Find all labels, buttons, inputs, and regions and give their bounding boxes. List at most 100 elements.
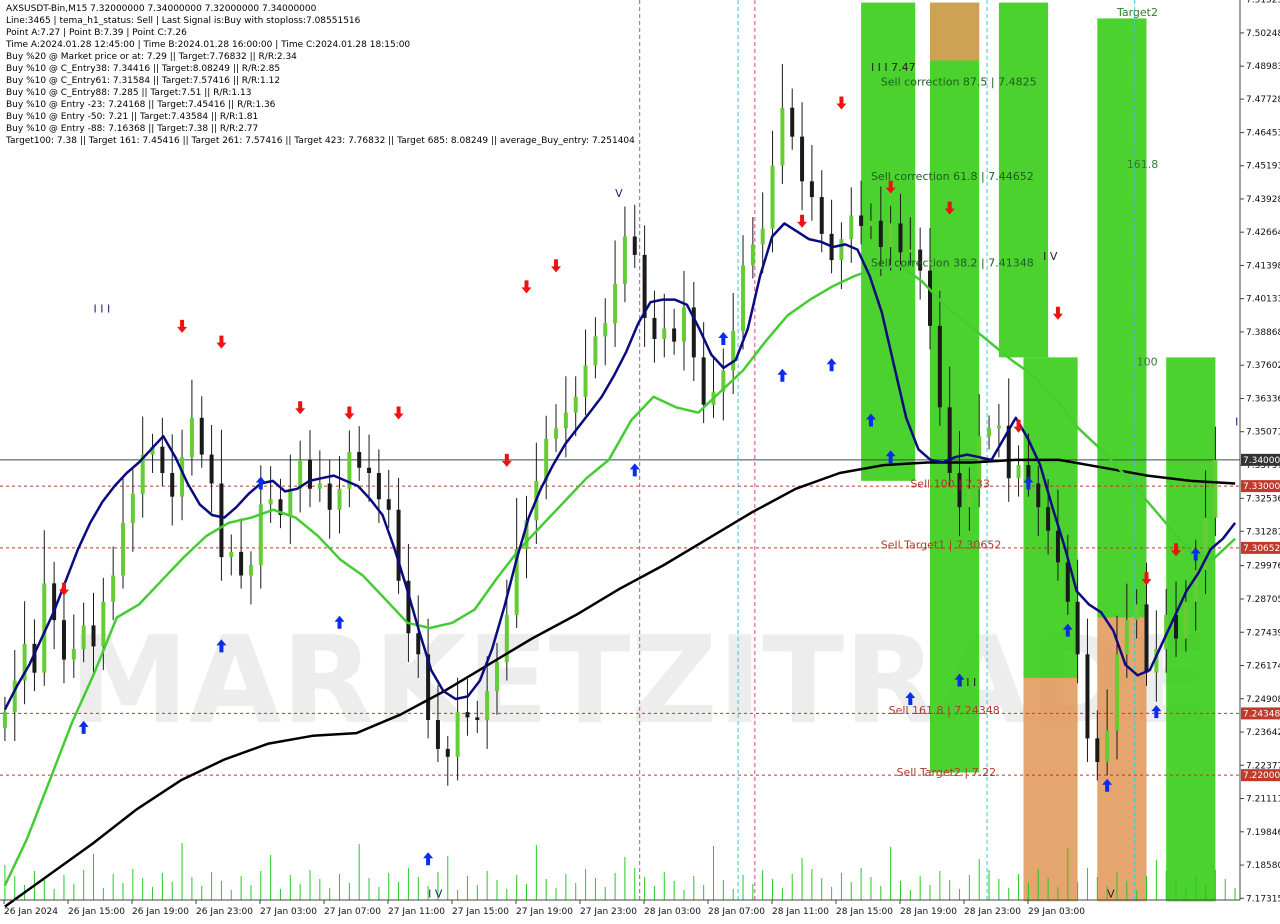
- y-axis: 7.51523 7.50248 7.48983 7.47728 7.46453 7.451…: [1240, 0, 1280, 904]
- x-tick-label: 28 Jan 03:00: [644, 907, 701, 917]
- candle-body: [731, 331, 736, 371]
- candle-body: [790, 107, 795, 137]
- candle-body: [1055, 530, 1060, 563]
- candle-body: [1036, 483, 1041, 508]
- chart-annotation: Sell correction 38.2 | 7.41348: [871, 257, 1034, 270]
- y-tick-label: 7.41398: [1246, 261, 1280, 271]
- candle-body: [888, 223, 893, 248]
- chart-annotation: Sell 161.8 | 7.24348: [889, 704, 1000, 717]
- y-tick-label: 7.31281: [1246, 527, 1280, 537]
- candle-body: [937, 325, 942, 408]
- price-label-text: 7.22000: [1243, 771, 1280, 781]
- y-tick-label: 7.43928: [1246, 195, 1280, 205]
- chart-annotation: I I I 7.47: [871, 61, 916, 74]
- price-chart: MARKETZITRADE I I I 7.47Sell correction …: [0, 0, 1280, 917]
- candle-body: [780, 107, 785, 166]
- y-tick-label: 7.37602: [1246, 361, 1280, 371]
- candle-body: [1144, 604, 1149, 673]
- info-line: Time A:2024.01.28 12:45:00 | Time B:2024…: [5, 40, 410, 50]
- candle-body: [849, 215, 854, 240]
- candle-body: [298, 459, 303, 489]
- y-tick-label: 7.36336: [1246, 394, 1280, 404]
- candle-body: [101, 601, 106, 647]
- info-line: Buy %10 @ Entry -88: 7.16368 || Target:7…: [6, 124, 258, 134]
- chart-annotation: I V: [428, 887, 443, 900]
- candle-body: [809, 181, 814, 198]
- candle-body: [1183, 601, 1188, 639]
- candle-body: [800, 136, 805, 182]
- x-tick-label: 28 Jan 23:00: [964, 907, 1021, 917]
- x-tick-label: 27 Jan 11:00: [388, 907, 445, 917]
- chart-annotation: I I I: [960, 676, 977, 689]
- y-tick-label: 7.47728: [1246, 95, 1280, 105]
- candle-body: [819, 197, 824, 234]
- candle-body: [170, 472, 175, 497]
- candle-body: [1075, 601, 1080, 655]
- x-tick-label: 28 Jan 11:00: [772, 907, 829, 917]
- info-line: Line:3465 | tema_h1_status: Sell | Last …: [6, 16, 361, 26]
- x-tick-label: 28 Jan 19:00: [900, 907, 957, 917]
- target-zone: [1023, 677, 1078, 902]
- target-zone: [1166, 357, 1216, 902]
- chart-annotation: I I I: [93, 303, 110, 316]
- candle-body: [1085, 654, 1090, 739]
- candle-body: [652, 317, 657, 339]
- x-tick-label: 26 Jan 2024: [4, 907, 58, 917]
- chart-annotation: Sell correction 87.5 | 7.4825: [881, 75, 1037, 88]
- y-tick-label: 7.48983: [1246, 62, 1280, 72]
- y-tick-label: 7.46453: [1246, 129, 1280, 139]
- y-tick-label: 7.50248: [1246, 29, 1280, 39]
- candle-body: [987, 428, 992, 437]
- candle-body: [554, 428, 559, 439]
- candle-body: [1114, 654, 1119, 731]
- y-tick-label: 7.26174: [1246, 662, 1280, 672]
- candle-body: [770, 165, 775, 229]
- candle-body: [435, 720, 440, 749]
- y-tick-label: 7.29976: [1246, 562, 1280, 572]
- candle-body: [81, 625, 86, 650]
- candle-body: [1213, 459, 1218, 518]
- candle-body: [317, 483, 322, 489]
- chart-annotation: Sell 100 | 7.33: [910, 477, 990, 490]
- candle-body: [1095, 738, 1100, 763]
- x-axis: 26 Jan 2024 26 Jan 15:00 26 Jan 19:00 26 Ja…: [3, 900, 1085, 917]
- candle-body: [583, 365, 588, 397]
- candle-body: [701, 357, 706, 405]
- y-tick-label: 7.18580: [1246, 861, 1280, 871]
- chart-annotation: I: [1235, 416, 1238, 429]
- target-zone: [861, 2, 916, 481]
- candle-body: [367, 467, 372, 473]
- y-tick-label: 7.17315: [1246, 894, 1280, 904]
- candle-body: [839, 239, 844, 261]
- info-line: Buy %10 @ Entry -23: 7.24168 || Target:7…: [6, 100, 276, 110]
- info-line: Buy %10 @ C_Entry88: 7.285 || Target:7.5…: [6, 88, 251, 98]
- candle-body: [189, 417, 194, 458]
- candle-body: [613, 283, 618, 324]
- candle-body: [573, 396, 578, 413]
- candle-body: [1016, 465, 1021, 479]
- candle-body: [111, 575, 116, 602]
- chart-annotation: 161.8: [1127, 158, 1159, 171]
- y-tick-label: 7.28705: [1246, 595, 1280, 605]
- chart-annotation: Sell Target1 | 7.30652: [881, 539, 1002, 552]
- x-tick-label: 27 Jan 23:00: [580, 907, 637, 917]
- candle-body: [760, 228, 765, 245]
- candle-body: [248, 564, 253, 576]
- info-line: Point A:7.27 | Point B:7.39 | Point C:7.…: [6, 28, 187, 38]
- chart-annotation: V: [615, 187, 623, 200]
- y-tick-label: 7.42664: [1246, 228, 1280, 238]
- candle-body: [71, 649, 76, 660]
- candle-body: [2, 712, 7, 728]
- candle-body: [494, 662, 499, 692]
- candle-body: [327, 483, 332, 510]
- y-tick-label: 7.45193: [1246, 162, 1280, 172]
- candle-body: [681, 307, 686, 342]
- info-line: Buy %10 @ C_Entry38: 7.34416 || Target:8…: [6, 64, 280, 74]
- candle-body: [268, 499, 273, 505]
- candle-body: [741, 265, 746, 332]
- x-tick-label: 29 Jan 03:00: [1028, 907, 1085, 917]
- info-line: AXSUSDT-Bin,M15 7.32000000 7.34000000 7.…: [6, 4, 317, 14]
- candle-body: [91, 625, 96, 647]
- info-line: Target100: 7.38 || Target 161: 7.45416 |…: [5, 136, 635, 146]
- candle-body: [662, 328, 667, 339]
